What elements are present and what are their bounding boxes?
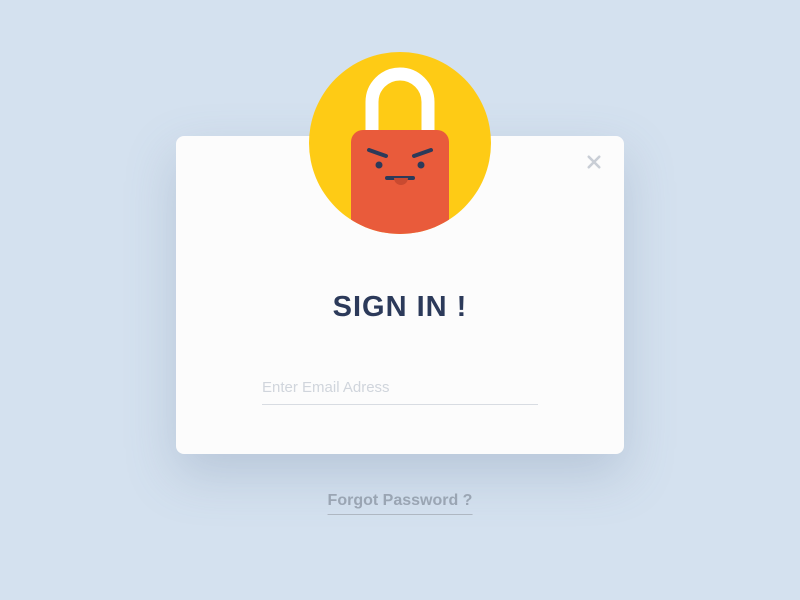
lock-icon: [309, 221, 491, 238]
signin-modal: SIGN IN !: [176, 136, 624, 454]
forgot-password-link[interactable]: Forgot Password ?: [328, 492, 473, 515]
close-icon: [585, 153, 603, 176]
email-input[interactable]: [262, 371, 538, 405]
close-button[interactable]: [582, 152, 606, 176]
signin-title: SIGN IN !: [176, 291, 624, 324]
lock-avatar: [309, 52, 491, 234]
